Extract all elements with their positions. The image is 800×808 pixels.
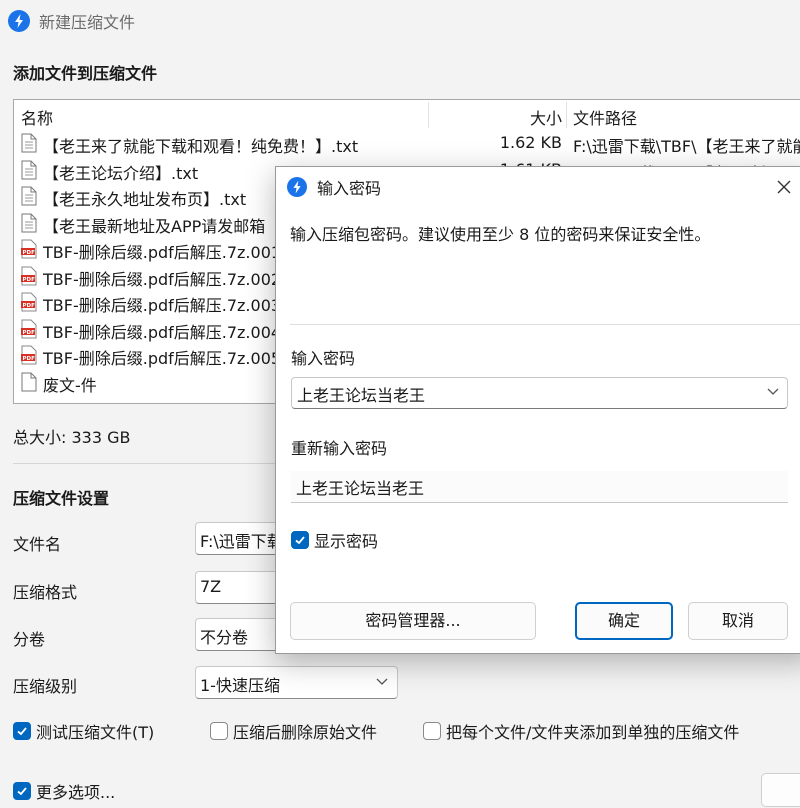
volume-label: 分卷 — [13, 630, 46, 649]
ok-button[interactable]: 确定 — [575, 602, 673, 640]
password-manager-button[interactable]: 密码管理器... — [290, 602, 536, 640]
app-logo-icon — [8, 10, 30, 32]
pdf-file-icon: PDF — [21, 345, 37, 365]
chevron-down-icon — [376, 678, 388, 685]
delete-originals-checkbox[interactable]: 压缩后删除原始文件 — [210, 719, 377, 743]
filename-label: 文件名 — [13, 535, 62, 554]
file-name: TBF-删除后缀.pdf后解压.7z.002 — [43, 269, 282, 289]
app-logo-icon — [287, 177, 307, 197]
file-name: TBF-删除后缀.pdf后解压.7z.003 — [43, 296, 282, 315]
checkbox-box[interactable] — [291, 531, 309, 549]
pdf-file-icon: PDF — [21, 292, 37, 312]
svg-text:PDF: PDF — [23, 303, 36, 309]
password-input[interactable]: 上老王论坛当老王 — [291, 377, 788, 409]
bottom-right-button[interactable] — [761, 773, 800, 807]
file-size: 1.62 KB — [499, 133, 562, 152]
text-file-icon — [21, 133, 37, 153]
file-path: F:\迅雷下载\TBF\【老王来了就能 — [573, 137, 800, 156]
file-name: 【老王最新地址及APP请发邮箱 — [43, 216, 266, 236]
file-name: 【老王来了就能下载和观看！纯免费！】.txt — [43, 137, 359, 156]
level-select[interactable]: 1-快速压缩 — [195, 666, 398, 699]
file-name: TBF-删除后缀.pdf后解压.7z.004 — [43, 322, 282, 342]
checkbox-box[interactable] — [13, 782, 31, 800]
blank-file-icon — [21, 372, 37, 392]
dialog-title-bar: 输入密码 — [276, 167, 800, 207]
checkbox-box[interactable] — [13, 722, 31, 740]
total-size: 总大小: 333 GB — [13, 428, 131, 447]
title-bar: 新建压缩文件 — [0, 0, 800, 42]
file-row[interactable]: 【老王来了就能下载和观看！纯免费！】.txt 1.62 KB F:\迅雷下载\TBF… — [14, 130, 800, 157]
column-header-path[interactable]: 文件路径 — [573, 105, 637, 129]
dialog-title: 输入密码 — [317, 179, 382, 198]
file-name: 废文-件 — [43, 375, 97, 395]
text-file-icon — [21, 160, 37, 180]
password-dialog: 输入密码 输入压缩包密码。建议使用至少 8 位的密码来保证安全性。 输入密码 上… — [275, 166, 800, 654]
level-label: 压缩级别 — [13, 677, 78, 696]
more-options-checkbox[interactable]: 更多选项... — [13, 779, 115, 803]
format-label: 压缩格式 — [13, 583, 78, 602]
window-title: 新建压缩文件 — [39, 13, 136, 32]
dialog-message: 输入压缩包密码。建议使用至少 8 位的密码来保证安全性。 — [290, 225, 711, 244]
add-files-heading: 添加文件到压缩文件 — [13, 64, 158, 83]
pdf-file-icon: PDF — [21, 266, 37, 286]
show-password-checkbox[interactable]: 显示密码 — [291, 528, 378, 552]
svg-text:PDF: PDF — [23, 277, 36, 283]
svg-text:PDF: PDF — [23, 330, 36, 336]
file-name: TBF-删除后缀.pdf后解压.7z.005 — [43, 349, 282, 368]
test-archive-checkbox[interactable]: 测试压缩文件(T) — [13, 719, 154, 743]
file-name: TBF-删除后缀.pdf后解压.7z.001 — [43, 243, 282, 262]
chevron-down-icon[interactable] — [766, 384, 780, 398]
list-header: 名称 大小 文件路径 — [14, 100, 800, 130]
text-file-icon — [21, 213, 37, 233]
dialog-divider — [290, 324, 800, 325]
settings-heading: 压缩文件设置 — [13, 489, 110, 508]
pdf-file-icon: PDF — [21, 319, 37, 339]
confirm-password-input[interactable]: 上老王论坛当老王 — [291, 471, 788, 503]
checkbox-box[interactable] — [210, 722, 228, 740]
close-icon[interactable] — [774, 177, 794, 197]
column-header-size[interactable]: 大小 — [444, 105, 562, 129]
separate-archives-checkbox[interactable]: 把每个文件/文件夹添加到单独的压缩文件 — [423, 719, 739, 743]
svg-text:PDF: PDF — [23, 356, 36, 362]
confirm-password-label: 重新输入密码 — [291, 439, 388, 458]
svg-text:PDF: PDF — [23, 250, 36, 256]
file-name: 【老王永久地址发布页】.txt — [43, 190, 247, 209]
file-name: 【老王论坛介绍】.txt — [43, 163, 199, 183]
checkbox-box[interactable] — [423, 722, 441, 740]
column-header-name[interactable]: 名称 — [21, 105, 53, 129]
password-label: 输入密码 — [291, 349, 356, 368]
cancel-button[interactable]: 取消 — [688, 602, 788, 640]
text-file-icon — [21, 186, 37, 206]
pdf-file-icon: PDF — [21, 239, 37, 259]
